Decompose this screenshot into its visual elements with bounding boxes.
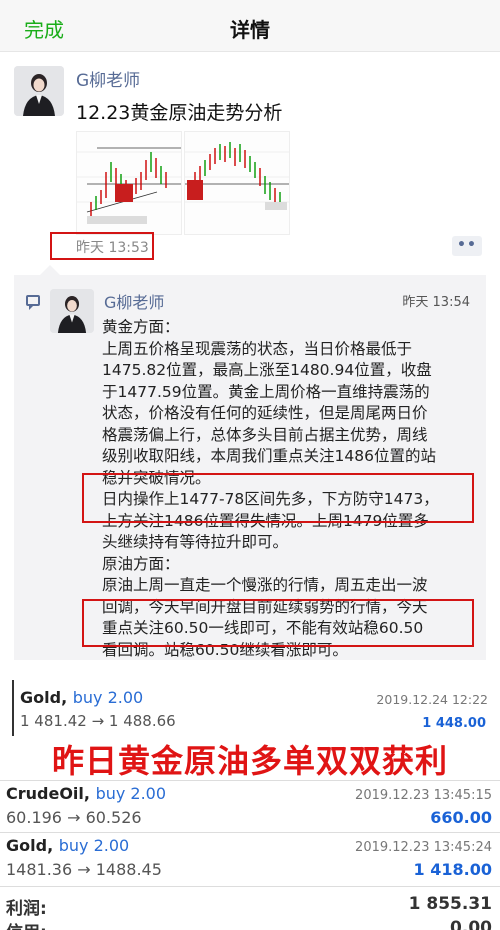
divider xyxy=(0,780,500,781)
trade-profit: 1 418.00 xyxy=(413,860,492,879)
trade-row: Gold, buy 2.00 xyxy=(6,836,130,855)
trade-symbol: Gold xyxy=(20,688,62,707)
moments-detail-page: 完成 详情 G柳老师 12.23黄金原油走势分析 昨天 13:53 •• G柳老… xyxy=(0,0,500,930)
comment-line: 级别收取阳线，本周我们重点关注1486位置的站 xyxy=(102,447,436,465)
trade-side: buy 2.00 xyxy=(95,784,167,803)
comment-line: 于1477.59位置。黄金上周价格一直维持震荡的 xyxy=(102,382,430,401)
comment-line: 上周五价格呈现震荡的状态，当日价格最低于 xyxy=(102,339,413,358)
trade-profit: 1 448.00 xyxy=(422,716,486,731)
trade-symbol: Gold xyxy=(6,836,48,855)
trade-side: buy 2.00 xyxy=(58,836,130,855)
trade-symbol: CrudeOil xyxy=(6,784,84,803)
comment-time: 昨天 13:54 xyxy=(402,295,470,310)
trade-prices: 60.196 → 60.526 xyxy=(6,808,142,827)
comment-icon xyxy=(26,295,40,310)
comment-line: 原油上周一直走一个慢涨的行情，周五走出一波 xyxy=(102,576,428,594)
post-author[interactable]: G柳老师 xyxy=(76,66,140,91)
profit-total: 1 855.31 xyxy=(408,894,492,914)
trade-date: 2019.12.23 13:45:15 xyxy=(355,788,492,803)
divider xyxy=(0,832,500,833)
trade-prices: 1481.36 → 1488.45 xyxy=(6,860,162,879)
gold-strategy-highlight xyxy=(82,473,474,523)
comment-author[interactable]: G柳老师 xyxy=(104,289,164,313)
post-text: 12.23黄金原油走势分析 xyxy=(76,102,283,124)
credit-value: 0.00 xyxy=(450,918,492,930)
comment-line: 格震荡偏上行，总体多头目前占据主优势，周线 xyxy=(102,425,428,444)
trade-side: buy 2.00 xyxy=(72,688,144,707)
comment-line: 黄金方面： xyxy=(102,318,180,336)
gold-chart-thumbnail[interactable] xyxy=(76,131,182,235)
trade-profit: 660.00 xyxy=(430,808,492,827)
credit-label: 信用: xyxy=(6,918,47,930)
oil-strategy-highlight xyxy=(82,599,474,647)
trade-date: 2019.12.23 13:45:24 xyxy=(355,840,492,855)
page-title: 详情 xyxy=(230,18,270,42)
profit-banner: 昨日黄金原油多单双双获利 xyxy=(51,742,448,780)
trade-row: Gold, buy 2.00 2019.12.24 12:22 1 481.42… xyxy=(12,680,500,736)
commenter-avatar[interactable] xyxy=(50,289,94,333)
trade-results-panel: Gold, buy 2.00 2019.12.24 12:22 1 481.42… xyxy=(0,668,500,930)
comment-line: 头继续持有等待拉升即可。 xyxy=(102,533,289,551)
trade-date: 2019.12.24 12:22 xyxy=(376,692,488,707)
nav-bar: 完成 详情 xyxy=(0,0,500,52)
comment-line: 原油方面： xyxy=(102,554,180,573)
profit-label: 利润: xyxy=(6,899,47,919)
post-time: 昨天 13:53 xyxy=(76,240,149,256)
more-actions-button[interactable]: •• xyxy=(452,236,482,256)
author-avatar[interactable] xyxy=(14,66,64,116)
comment-area: G柳老师 昨天 13:54 黄金方面： 上周五价格呈现震荡的状态，当日价格最低于… xyxy=(14,265,486,660)
divider xyxy=(0,886,500,887)
comment-line: 1475.82位置，最高上涨至1480.94位置，收盘 xyxy=(102,361,432,379)
oil-chart-thumbnail[interactable] xyxy=(184,131,290,235)
trade-prices: 1 481.42 → 1 488.66 xyxy=(20,712,176,730)
trade-row: CrudeOil, buy 2.00 xyxy=(6,784,167,803)
comment-line: 状态，价格没有任何的延续性，但是周尾两日价 xyxy=(102,404,428,422)
